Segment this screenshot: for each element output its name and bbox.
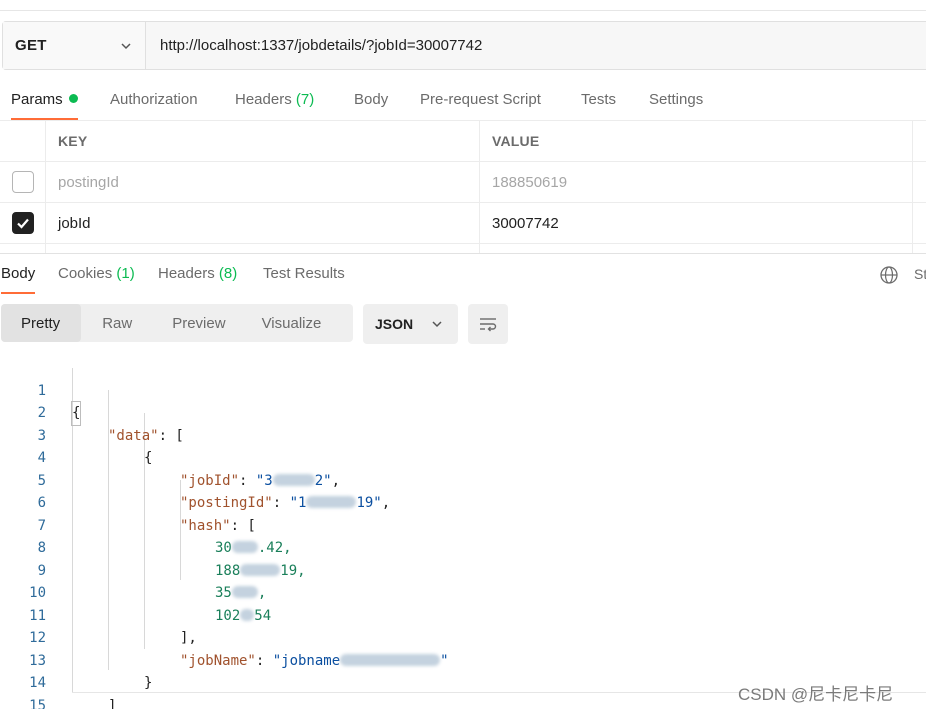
tab-response-headers-label: Headers bbox=[158, 265, 215, 282]
code-line: 10 102 54 bbox=[0, 560, 926, 624]
tab-settings[interactable]: Settings bbox=[649, 86, 703, 120]
tab-headers[interactable]: Headers (7) bbox=[235, 86, 314, 120]
code-text: ] bbox=[108, 697, 117, 709]
tab-tests[interactable]: Tests bbox=[581, 86, 616, 120]
header-key: KEY bbox=[46, 121, 480, 161]
view-preview-button[interactable]: Preview bbox=[152, 304, 243, 342]
format-label: JSON bbox=[375, 316, 414, 332]
param-key-cell[interactable]: postingId bbox=[46, 162, 480, 202]
globe-icon[interactable] bbox=[879, 265, 899, 285]
table-row: postingId 188850619 bbox=[0, 162, 926, 203]
code-line: 1 { bbox=[0, 357, 926, 426]
chevron-down-icon bbox=[432, 321, 442, 328]
tab-cookies-label: Cookies bbox=[58, 265, 113, 282]
tab-body[interactable]: Body bbox=[354, 86, 388, 120]
table-row: jobId 30007742 bbox=[0, 203, 926, 244]
header-checkbox-cell bbox=[0, 121, 46, 161]
tab-cookies[interactable]: Cookies (1) bbox=[58, 265, 135, 294]
method-select[interactable]: GET bbox=[3, 22, 146, 69]
url-text: http://localhost:1337/jobdetails/?jobId=… bbox=[160, 37, 483, 54]
format-select[interactable]: JSON bbox=[363, 304, 458, 344]
view-pretty-button[interactable]: Pretty bbox=[1, 304, 82, 342]
tab-headers-count: (7) bbox=[295, 91, 315, 108]
top-divider bbox=[0, 10, 926, 11]
line-number: 15 bbox=[29, 697, 46, 709]
tab-params-label: Params bbox=[11, 91, 63, 108]
tab-cookies-count: (1) bbox=[116, 265, 135, 282]
request-bar: GET http://localhost:1337/jobdetails/?jo… bbox=[2, 21, 926, 70]
tab-test-results-label: Test Results bbox=[263, 265, 345, 282]
param-checkbox[interactable] bbox=[11, 171, 34, 193]
code-line: 14 ] bbox=[0, 650, 926, 709]
param-value-cell[interactable]: 30007742 bbox=[480, 203, 913, 243]
url-input[interactable]: http://localhost:1337/jobdetails/?jobId=… bbox=[146, 22, 926, 69]
code-line: 5 "postingId": "1 19", bbox=[0, 447, 926, 512]
tab-body-label: Body bbox=[354, 91, 389, 108]
view-mode-segment: Pretty Raw Preview Visualize bbox=[1, 304, 353, 342]
tab-headers-label: Headers bbox=[235, 91, 292, 108]
code-line: 3 { bbox=[0, 402, 926, 467]
view-visualize-button[interactable]: Visualize bbox=[244, 304, 340, 342]
header-value: VALUE bbox=[480, 121, 913, 161]
code-line: 7 30.42, bbox=[0, 492, 926, 557]
wrap-lines-icon bbox=[480, 318, 497, 332]
pane-divider[interactable] bbox=[0, 253, 926, 254]
checkbox-cell bbox=[0, 162, 46, 202]
request-tabs: Params Authorization Headers (7) Body Pr… bbox=[0, 86, 926, 120]
tab-tests-label: Tests bbox=[581, 91, 617, 108]
view-raw-button[interactable]: Raw bbox=[81, 304, 152, 342]
watermark: CSDN @尼卡尼卡尼 bbox=[738, 685, 894, 704]
params-table: KEY VALUE postingId 188850619 jobId 3000… bbox=[0, 121, 926, 254]
tab-response-body[interactable]: Body bbox=[1, 265, 36, 294]
tab-settings-label: Settings bbox=[649, 91, 704, 108]
table-header-row: KEY VALUE bbox=[0, 121, 926, 162]
tab-authorization[interactable]: Authorization bbox=[110, 86, 198, 120]
tab-response-body-label: Body bbox=[1, 265, 36, 282]
tab-pre-request-script[interactable]: Pre-request Script bbox=[420, 86, 541, 120]
check-icon bbox=[16, 218, 29, 229]
status-label: St bbox=[914, 266, 926, 282]
code-line: 2 "data": [ bbox=[0, 380, 926, 444]
params-active-dot bbox=[68, 94, 78, 103]
code-line: 12 "jobName": "jobname " bbox=[0, 605, 926, 669]
param-key-cell[interactable]: jobId bbox=[46, 203, 480, 243]
chevron-down-icon bbox=[121, 42, 131, 49]
checkbox-cell bbox=[0, 203, 46, 243]
tab-params[interactable]: Params bbox=[11, 86, 78, 120]
response-tabs: Body Cookies (1) Headers (8) Test Result… bbox=[0, 257, 926, 294]
code-line: 9 35, bbox=[0, 537, 926, 602]
code-line: 13 } bbox=[0, 627, 926, 692]
method-label: GET bbox=[15, 37, 47, 54]
tab-response-headers-count: (8) bbox=[218, 265, 238, 282]
tab-test-results[interactable]: Test Results bbox=[263, 265, 345, 294]
code-line: 8 188 19, bbox=[0, 515, 926, 579]
code-line: 4 "jobId": "3 2", bbox=[0, 425, 926, 489]
code-line: 11 ], bbox=[0, 582, 926, 647]
tab-authorization-label: Authorization bbox=[110, 91, 198, 108]
tab-pre-request-label: Pre-request Script bbox=[420, 91, 541, 108]
param-value-cell[interactable]: 188850619 bbox=[480, 162, 913, 202]
tab-response-headers[interactable]: Headers (8) bbox=[158, 265, 237, 294]
code-line: 6 "hash": [ bbox=[0, 470, 926, 534]
param-checkbox[interactable] bbox=[11, 212, 34, 234]
wrap-lines-button[interactable] bbox=[468, 304, 508, 344]
